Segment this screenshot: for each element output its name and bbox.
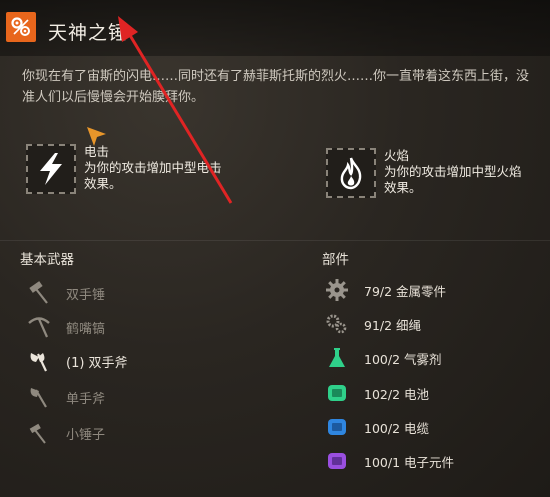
- gears-small-icon: [324, 311, 350, 337]
- part-label: 100/1 电子元件: [364, 454, 454, 470]
- header-bar: 天神之锤: [0, 0, 550, 56]
- part-label: 100/2 电缆: [364, 420, 429, 436]
- part-item-battery[interactable]: 102/2 电池: [324, 380, 429, 406]
- flame-icon: [326, 148, 376, 198]
- parts-title: 部件: [322, 252, 349, 268]
- base-weapons-title: 基本武器: [20, 252, 74, 268]
- part-item-cable[interactable]: 100/2 电缆: [324, 414, 429, 440]
- hatchet-icon: [26, 384, 52, 410]
- weapon-label: (1) 双手斧: [66, 355, 128, 371]
- effect-fire-detail: 为你的攻击增加中型火焰效果。: [384, 164, 522, 195]
- weapon-item-small-hammer[interactable]: 小锤子: [26, 420, 105, 446]
- axe-icon: [26, 348, 52, 374]
- weapon-item-two-hand-axe[interactable]: (1) 双手斧: [26, 348, 128, 374]
- weapon-description: 你现在有了宙斯的闪电……同时还有了赫菲斯托斯的烈火……你一直带着这东西上街，没准…: [22, 69, 530, 105]
- part-label: 100/2 气雾剂: [364, 351, 442, 367]
- weapon-label: 鹤嘴镐: [66, 321, 106, 337]
- effect-fire[interactable]: 火焰 为你的攻击增加中型火焰效果。: [326, 148, 524, 198]
- cable-icon: [324, 414, 350, 440]
- flask-icon: [324, 345, 350, 371]
- page-title: 天神之锤: [48, 22, 129, 44]
- crafting-panel: 天神之锤 你现在有了宙斯的闪电……同时还有了赫菲斯托斯的烈火……你一直带着这东西…: [0, 0, 550, 497]
- lightning-icon: [26, 144, 76, 194]
- effect-fire-text: 火焰 为你的攻击增加中型火焰效果。: [384, 148, 524, 198]
- weapon-item-hatchet[interactable]: 单手斧: [26, 384, 105, 410]
- battery-icon: [324, 380, 350, 406]
- part-label: 91/2 细绳: [364, 317, 422, 333]
- small-hammer-icon: [26, 420, 52, 446]
- part-item-string[interactable]: 91/2 细绳: [324, 311, 421, 337]
- weapon-item-two-hand-hammer[interactable]: 双手锤: [26, 280, 105, 306]
- part-label: 102/2 电池: [364, 386, 429, 402]
- effect-fire-name: 火焰: [384, 148, 410, 163]
- weapon-label: 小锤子: [66, 427, 106, 443]
- part-label: 79/2 金属零件: [364, 283, 447, 299]
- part-item-electronics[interactable]: 100/1 电子元件: [324, 448, 454, 474]
- weapon-label: 双手锤: [66, 287, 106, 303]
- divider: [0, 240, 550, 241]
- effect-electric-text: 电击 为你的攻击增加中型电击效果。: [84, 144, 226, 194]
- chip-icon: [324, 448, 350, 474]
- part-item-metal[interactable]: 79/2 金属零件: [324, 277, 446, 303]
- effect-electric-name: 电击: [84, 144, 110, 159]
- effect-electric[interactable]: 电击 为你的攻击增加中型电击效果。: [26, 144, 226, 194]
- weapon-label: 单手斧: [66, 391, 106, 407]
- hammer-icon: [26, 280, 52, 306]
- weapon-item-pickaxe[interactable]: 鹤嘴镐: [26, 314, 105, 340]
- effect-electric-detail: 为你的攻击增加中型电击效果。: [84, 160, 222, 191]
- gear-icon: [324, 277, 350, 303]
- hammer-gear-icon: [6, 12, 36, 42]
- part-item-aerosol[interactable]: 100/2 气雾剂: [324, 345, 442, 371]
- pickaxe-icon: [26, 314, 52, 340]
